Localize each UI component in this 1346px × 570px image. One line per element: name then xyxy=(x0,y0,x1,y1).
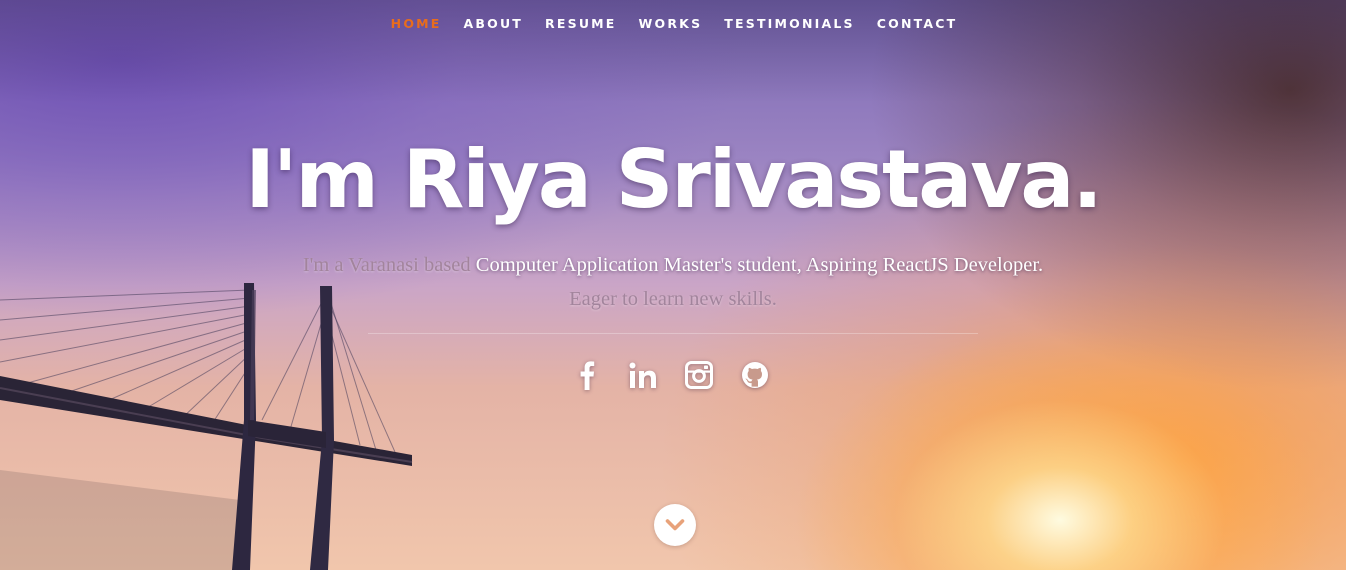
nav-item-about[interactable]: ABOUT xyxy=(453,16,535,31)
hero-divider xyxy=(368,333,978,334)
nav-item-home[interactable]: HOME xyxy=(380,16,453,31)
intro-tagline: Eager to learn new skills. xyxy=(569,288,777,310)
nav-list: HOME ABOUT RESUME WORKS TESTIMONIALS CON… xyxy=(380,13,969,32)
intro-role: Computer Application Master's student, A… xyxy=(475,254,1044,276)
main-navigation: HOME ABOUT RESUME WORKS TESTIMONIALS CON… xyxy=(0,0,1346,44)
nav-item-contact[interactable]: CONTACT xyxy=(866,16,969,31)
nav-item-resume[interactable]: RESUME xyxy=(534,16,628,31)
nav-item-testimonials[interactable]: TESTIMONIALS xyxy=(713,16,865,31)
hero-headline: I'm Riya Srivastava. xyxy=(245,133,1102,226)
intro-location: I'm a Varanasi based xyxy=(302,254,471,276)
facebook-icon[interactable] xyxy=(570,358,604,392)
linkedin-icon[interactable] xyxy=(626,358,660,392)
hero-content: I'm Riya Srivastava. I'm a Varanasi base… xyxy=(0,0,1346,570)
hero-intro: I'm a Varanasi based Computer Applicatio… xyxy=(300,248,1046,316)
chevron-down-icon xyxy=(665,519,685,531)
social-links xyxy=(0,358,1344,392)
instagram-icon[interactable] xyxy=(682,358,716,392)
nav-item-works[interactable]: WORKS xyxy=(628,16,714,31)
github-icon[interactable] xyxy=(738,358,772,392)
scroll-down-button[interactable] xyxy=(654,504,696,546)
